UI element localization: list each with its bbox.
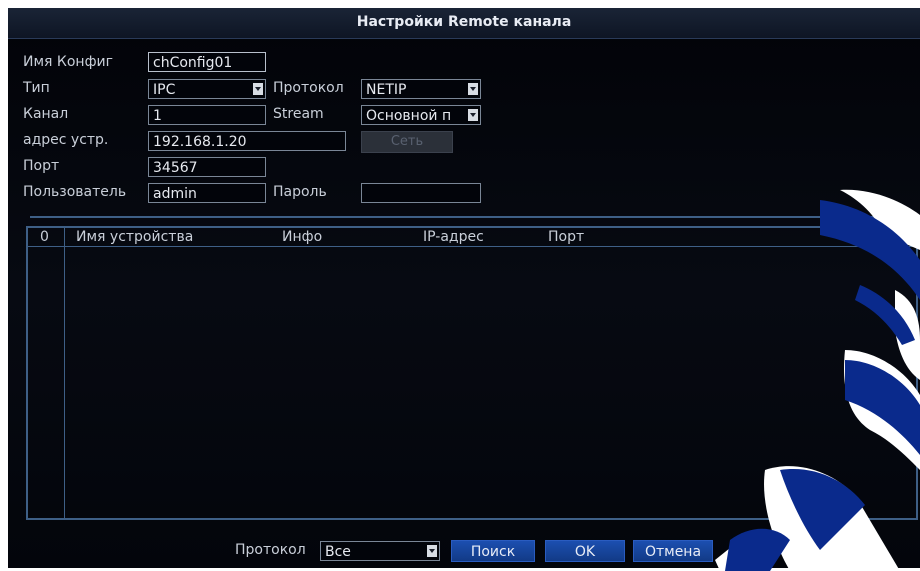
chevron-down-icon: [468, 109, 478, 121]
port-label: Порт: [23, 158, 60, 174]
address-input[interactable]: 192.168.1.20: [148, 131, 346, 151]
watermark-logo: [715, 189, 920, 571]
chevron-down-icon: [427, 545, 437, 557]
column-header-ip-address[interactable]: IP-адрес: [423, 229, 484, 245]
port-input[interactable]: 34567: [148, 157, 266, 177]
user-input[interactable]: admin: [148, 183, 266, 203]
ok-button[interactable]: OK: [545, 540, 625, 562]
channel-input[interactable]: 1: [148, 105, 266, 125]
channel-label: Канал: [23, 106, 69, 122]
protocol-value: NETIP: [366, 82, 407, 98]
type-label: Тип: [23, 80, 50, 96]
config-name-label: Имя Конфиг: [23, 54, 113, 70]
column-header-index[interactable]: 0: [40, 229, 49, 245]
net-button[interactable]: Сеть: [361, 131, 453, 153]
footer-protocol-label: Протокол: [235, 542, 306, 558]
config-name-input[interactable]: chConfig01: [148, 52, 266, 72]
stream-value: Основной п: [366, 108, 452, 124]
type-value: IPC: [153, 82, 176, 98]
password-input[interactable]: [361, 183, 481, 203]
stream-label: Stream: [273, 106, 324, 122]
protocol-select[interactable]: NETIP: [361, 79, 481, 99]
stream-select[interactable]: Основной п: [361, 105, 481, 125]
column-separator: [64, 228, 65, 518]
column-header-port[interactable]: Порт: [548, 229, 584, 245]
protocol-label: Протокол: [273, 80, 344, 96]
password-label: Пароль: [273, 184, 327, 200]
chevron-down-icon: [253, 83, 263, 95]
column-header-device-name[interactable]: Имя устройства: [76, 229, 193, 245]
address-label: адрес устр.: [23, 132, 109, 148]
column-header-info[interactable]: Инфо: [282, 229, 322, 245]
chevron-down-icon: [468, 83, 478, 95]
footer-protocol-select[interactable]: Все: [320, 541, 440, 561]
user-label: Пользователь: [23, 184, 127, 200]
type-select[interactable]: IPC: [148, 79, 266, 99]
search-button[interactable]: Поиск: [451, 540, 535, 562]
footer-protocol-value: Все: [325, 544, 351, 560]
